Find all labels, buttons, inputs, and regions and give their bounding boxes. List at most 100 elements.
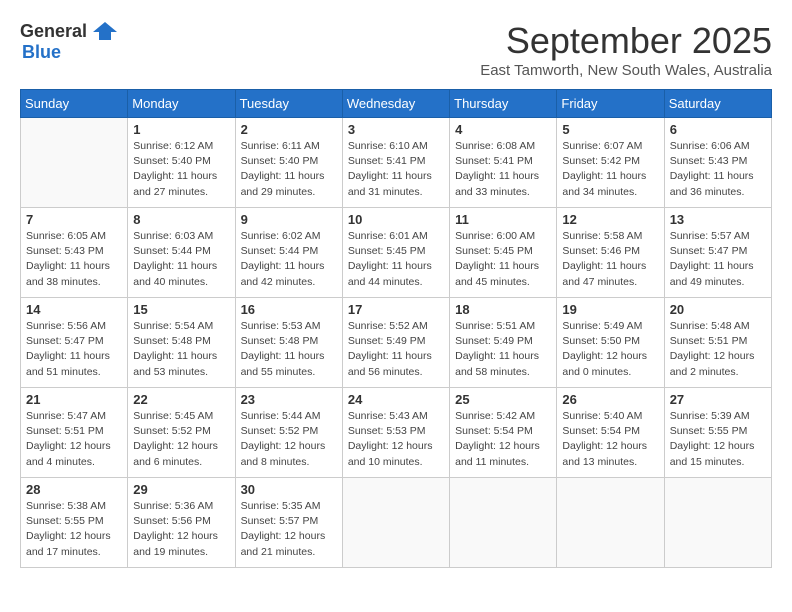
day-cell: 20 Sunrise: 5:48 AMSunset: 5:51 PMDayligh… [664,298,771,388]
day-number: 10 [348,212,444,227]
day-number: 8 [133,212,229,227]
day-cell: 13 Sunrise: 5:57 AMSunset: 5:47 PMDayligh… [664,208,771,298]
cell-info: Sunrise: 6:11 AMSunset: 5:40 PMDaylight:… [241,139,337,200]
logo: General Blue [20,20,119,63]
cell-info: Sunrise: 6:02 AMSunset: 5:44 PMDaylight:… [241,229,337,290]
day-number: 23 [241,392,337,407]
logo-general: General [20,21,87,42]
cell-info: Sunrise: 5:52 AMSunset: 5:49 PMDaylight:… [348,319,444,380]
day-cell: 15 Sunrise: 5:54 AMSunset: 5:48 PMDayligh… [128,298,235,388]
day-cell [342,478,449,568]
cell-info: Sunrise: 6:03 AMSunset: 5:44 PMDaylight:… [133,229,229,290]
day-cell: 30Sunrise: 5:35 AMSunset: 5:57 PMDayligh… [235,478,342,568]
day-cell: 19 Sunrise: 5:49 AMSunset: 5:50 PMDayligh… [557,298,664,388]
cell-info: Sunrise: 5:44 AMSunset: 5:52 PMDaylight:… [241,409,337,470]
day-number: 24 [348,392,444,407]
cell-info: Sunrise: 5:45 AMSunset: 5:52 PMDaylight:… [133,409,229,470]
title-area: September 2025 East Tamworth, New South … [480,20,772,79]
day-cell: 6Sunrise: 6:06 AMSunset: 5:43 PMDaylight… [664,118,771,208]
day-number: 27 [670,392,766,407]
header-cell-thursday: Thursday [450,90,557,118]
day-cell: 17 Sunrise: 5:52 AMSunset: 5:49 PMDayligh… [342,298,449,388]
header-cell-wednesday: Wednesday [342,90,449,118]
day-number: 5 [562,122,658,137]
day-cell: 1 Sunrise: 6:12 AMSunset: 5:40 PMDaylight… [128,118,235,208]
logo-icon [91,20,119,42]
day-cell: 5Sunrise: 6:07 AMSunset: 5:42 PMDaylight… [557,118,664,208]
day-cell: 9 Sunrise: 6:02 AMSunset: 5:44 PMDaylight… [235,208,342,298]
day-cell: 3 Sunrise: 6:10 AMSunset: 5:41 PMDaylight… [342,118,449,208]
day-cell: 2 Sunrise: 6:11 AMSunset: 5:40 PMDaylight… [235,118,342,208]
header-cell-tuesday: Tuesday [235,90,342,118]
logo-blue: Blue [22,42,61,62]
day-number: 18 [455,302,551,317]
day-number: 7 [26,212,122,227]
header-cell-saturday: Saturday [664,90,771,118]
day-cell: 26Sunrise: 5:40 AMSunset: 5:54 PMDayligh… [557,388,664,478]
month-title: September 2025 [480,20,772,62]
day-number: 2 [241,122,337,137]
cell-info: Sunrise: 6:01 AMSunset: 5:45 PMDaylight:… [348,229,444,290]
cell-info: Sunrise: 5:38 AMSunset: 5:55 PMDaylight:… [26,499,122,560]
day-number: 25 [455,392,551,407]
cell-info: Sunrise: 6:12 AMSunset: 5:40 PMDaylight:… [133,139,229,200]
cell-info: Sunrise: 5:54 AMSunset: 5:48 PMDaylight:… [133,319,229,380]
day-number: 1 [133,122,229,137]
day-cell: 24 Sunrise: 5:43 AMSunset: 5:53 PMDayligh… [342,388,449,478]
day-cell [450,478,557,568]
header-row: SundayMondayTuesdayWednesdayThursdayFrid… [21,90,772,118]
cell-info: Sunrise: 6:05 AMSunset: 5:43 PMDaylight:… [26,229,122,290]
cell-info: Sunrise: 5:58 AMSunset: 5:46 PMDaylight:… [562,229,658,290]
day-number: 29 [133,482,229,497]
day-number: 11 [455,212,551,227]
day-number: 19 [562,302,658,317]
day-number: 9 [241,212,337,227]
cell-info: Sunrise: 5:43 AMSunset: 5:53 PMDaylight:… [348,409,444,470]
cell-info: Sunrise: 6:08 AMSunset: 5:41 PMDaylight:… [455,139,551,200]
day-cell: 27 Sunrise: 5:39 AMSunset: 5:55 PMDayligh… [664,388,771,478]
week-row-3: 14Sunrise: 5:56 AMSunset: 5:47 PMDayligh… [21,298,772,388]
day-number: 16 [241,302,337,317]
day-number: 20 [670,302,766,317]
header-cell-monday: Monday [128,90,235,118]
cell-info: Sunrise: 5:49 AMSunset: 5:50 PMDaylight:… [562,319,658,380]
day-number: 4 [455,122,551,137]
calendar: SundayMondayTuesdayWednesdayThursdayFrid… [20,89,772,568]
day-cell: 12 Sunrise: 5:58 AMSunset: 5:46 PMDayligh… [557,208,664,298]
day-cell: 25 Sunrise: 5:42 AMSunset: 5:54 PMDayligh… [450,388,557,478]
cell-info: Sunrise: 5:53 AMSunset: 5:48 PMDaylight:… [241,319,337,380]
cell-info: Sunrise: 5:51 AMSunset: 5:49 PMDaylight:… [455,319,551,380]
day-cell [664,478,771,568]
day-cell: 4 Sunrise: 6:08 AMSunset: 5:41 PMDaylight… [450,118,557,208]
cell-info: Sunrise: 5:42 AMSunset: 5:54 PMDaylight:… [455,409,551,470]
day-number: 13 [670,212,766,227]
cell-info: Sunrise: 5:48 AMSunset: 5:51 PMDaylight:… [670,319,766,380]
day-cell: 7 Sunrise: 6:05 AMSunset: 5:43 PMDaylight… [21,208,128,298]
header-cell-friday: Friday [557,90,664,118]
day-cell: 10 Sunrise: 6:01 AMSunset: 5:45 PMDayligh… [342,208,449,298]
cell-info: Sunrise: 5:36 AMSunset: 5:56 PMDaylight:… [133,499,229,560]
day-number: 3 [348,122,444,137]
day-number: 21 [26,392,122,407]
day-cell: 14Sunrise: 5:56 AMSunset: 5:47 PMDayligh… [21,298,128,388]
week-row-2: 7 Sunrise: 6:05 AMSunset: 5:43 PMDaylight… [21,208,772,298]
cell-info: Sunrise: 5:57 AMSunset: 5:47 PMDaylight:… [670,229,766,290]
day-cell [21,118,128,208]
week-row-4: 21 Sunrise: 5:47 AMSunset: 5:51 PMDayligh… [21,388,772,478]
cell-info: Sunrise: 5:35 AMSunset: 5:57 PMDaylight:… [241,499,337,560]
cell-info: Sunrise: 5:39 AMSunset: 5:55 PMDaylight:… [670,409,766,470]
day-number: 15 [133,302,229,317]
cell-info: Sunrise: 5:47 AMSunset: 5:51 PMDaylight:… [26,409,122,470]
header-cell-sunday: Sunday [21,90,128,118]
day-cell: 18 Sunrise: 5:51 AMSunset: 5:49 PMDayligh… [450,298,557,388]
day-number: 14 [26,302,122,317]
day-number: 28 [26,482,122,497]
day-number: 17 [348,302,444,317]
cell-info: Sunrise: 6:10 AMSunset: 5:41 PMDaylight:… [348,139,444,200]
week-row-1: 1 Sunrise: 6:12 AMSunset: 5:40 PMDaylight… [21,118,772,208]
day-cell [557,478,664,568]
day-number: 12 [562,212,658,227]
day-cell: 11Sunrise: 6:00 AMSunset: 5:45 PMDayligh… [450,208,557,298]
day-cell: 29 Sunrise: 5:36 AMSunset: 5:56 PMDayligh… [128,478,235,568]
subtitle: East Tamworth, New South Wales, Australi… [480,62,772,79]
